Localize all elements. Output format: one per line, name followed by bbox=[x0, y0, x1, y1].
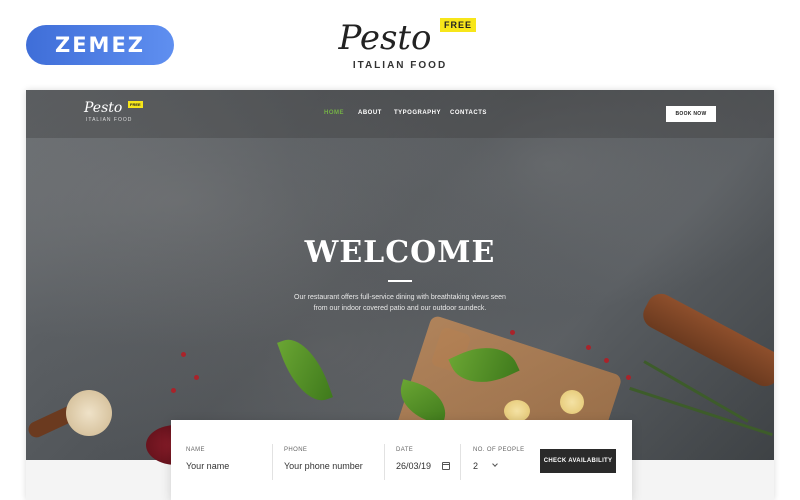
chevron-down-icon[interactable] bbox=[492, 461, 498, 467]
date-field[interactable]: DATE 26/03/19 bbox=[385, 420, 459, 500]
site-navbar: Pesto FREE ITALIAN FOOD HOME ABOUT TYPOG… bbox=[26, 90, 774, 138]
peppercorn bbox=[586, 345, 591, 350]
book-now-button[interactable]: BOOK NOW bbox=[666, 106, 716, 122]
brand-title: Pesto FREE ITALIAN FOOD bbox=[300, 10, 500, 80]
pasta bbox=[560, 390, 584, 414]
pasta bbox=[504, 400, 530, 422]
name-label: NAME bbox=[186, 447, 205, 453]
people-label: NO. OF PEOPLE bbox=[473, 447, 525, 453]
rolling-pin bbox=[638, 288, 774, 392]
peppercorn bbox=[181, 352, 186, 357]
peppercorn bbox=[171, 388, 176, 393]
pasta-cutter bbox=[66, 390, 112, 436]
name-input[interactable]: Your name bbox=[186, 461, 229, 471]
peppercorn bbox=[194, 375, 199, 380]
peppercorn bbox=[626, 375, 631, 380]
phone-input[interactable]: Your phone number bbox=[284, 461, 363, 471]
date-label: DATE bbox=[396, 447, 414, 453]
calendar-icon[interactable] bbox=[442, 462, 450, 470]
site-logo[interactable]: Pesto bbox=[84, 100, 122, 116]
hero-divider bbox=[388, 280, 412, 282]
brand-name: Pesto bbox=[338, 18, 432, 58]
zemez-logo[interactable]: ZEMEZ bbox=[26, 25, 174, 65]
brand-tagline: ITALIAN FOOD bbox=[352, 60, 448, 71]
nav-contacts[interactable]: CONTACTS bbox=[450, 110, 487, 116]
brand-free-badge: FREE bbox=[440, 18, 477, 32]
hero-description: Our restaurant offers full-service dinin… bbox=[294, 294, 506, 312]
hero-section: Pesto FREE ITALIAN FOOD HOME ABOUT TYPOG… bbox=[26, 90, 774, 500]
check-availability-button[interactable]: CHECK AVAILABILITY bbox=[540, 449, 616, 473]
template-preview: Pesto FREE ITALIAN FOOD HOME ABOUT TYPOG… bbox=[26, 90, 774, 500]
nav-about[interactable]: ABOUT bbox=[358, 110, 382, 116]
people-field[interactable]: NO. OF PEOPLE 2 bbox=[461, 420, 531, 500]
nav-typography[interactable]: TYPOGRAPHY bbox=[394, 110, 441, 116]
peppercorn bbox=[510, 330, 515, 335]
phone-label: PHONE bbox=[284, 447, 308, 453]
site-logo-tagline: ITALIAN FOOD bbox=[86, 117, 133, 123]
peppercorn bbox=[604, 358, 609, 363]
phone-field[interactable]: PHONE Your phone number bbox=[273, 420, 383, 500]
people-select[interactable]: 2 bbox=[473, 461, 478, 471]
nav-home[interactable]: HOME bbox=[324, 110, 344, 116]
hero-title: WELCOME bbox=[304, 235, 496, 270]
name-field[interactable]: NAME Your name bbox=[171, 420, 271, 500]
basil-leaf bbox=[277, 331, 333, 409]
booking-form: NAME Your name PHONE Your phone number D… bbox=[171, 420, 632, 500]
site-logo-badge: FREE bbox=[128, 101, 143, 108]
date-input[interactable]: 26/03/19 bbox=[396, 461, 431, 471]
